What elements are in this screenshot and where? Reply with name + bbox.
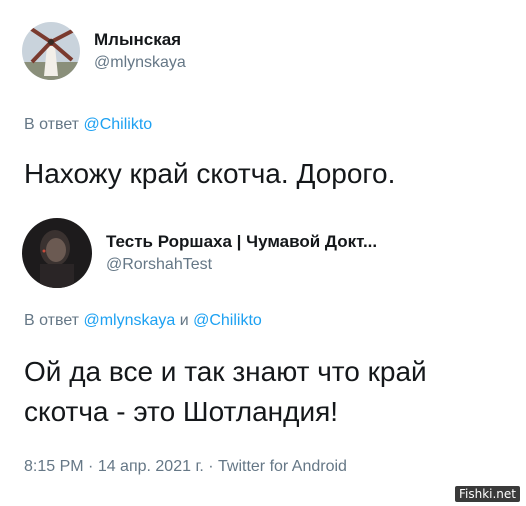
- user-handle[interactable]: @RorshahTest: [106, 256, 377, 274]
- tweet-text: Нахожу край скотча. Дорого.: [24, 158, 396, 189]
- reply-context: В ответ @Chilikto: [24, 116, 152, 134]
- display-name[interactable]: Млынская: [94, 30, 186, 50]
- reply-prefix: В ответ: [24, 312, 84, 329]
- reply-conjunction: и: [175, 312, 194, 329]
- tweet-metadata: 8:15 PM · 14 апр. 2021 г. · Twitter for …: [24, 458, 347, 476]
- tweet-time[interactable]: 8:15 PM: [24, 458, 84, 475]
- tweet-screenshot: Млынская @mlynskaya В ответ @Chilikto На…: [0, 0, 526, 506]
- dark-portrait-avatar-icon: [22, 218, 92, 288]
- tweet-source[interactable]: Twitter for Android: [218, 458, 347, 475]
- mention-link[interactable]: @mlynskaya: [83, 312, 175, 329]
- avatar[interactable]: [22, 22, 80, 80]
- watermark: Fishki.net: [454, 486, 520, 502]
- reply-prefix: В ответ: [24, 116, 84, 133]
- windmill-avatar-icon: [22, 22, 80, 80]
- user-handle[interactable]: @mlynskaya: [94, 54, 186, 72]
- mention-link[interactable]: @Chilikto: [83, 116, 152, 133]
- tweet1-header: Млынская @mlynskaya: [22, 22, 186, 80]
- reply-context: В ответ @mlynskaya и @Chilikto: [24, 312, 262, 330]
- separator: ·: [203, 458, 218, 475]
- tweet2-header: Тесть Роршаха | Чумавой Докт... @Rorshah…: [22, 218, 377, 288]
- tweet-date[interactable]: 14 апр. 2021 г.: [98, 458, 204, 475]
- avatar[interactable]: [22, 218, 92, 288]
- separator: ·: [83, 458, 98, 475]
- tweet-text: Ой да все и так знают что край скотча - …: [24, 356, 427, 427]
- mention-link[interactable]: @Chilikto: [193, 312, 262, 329]
- display-name[interactable]: Тесть Роршаха | Чумавой Докт...: [106, 232, 377, 252]
